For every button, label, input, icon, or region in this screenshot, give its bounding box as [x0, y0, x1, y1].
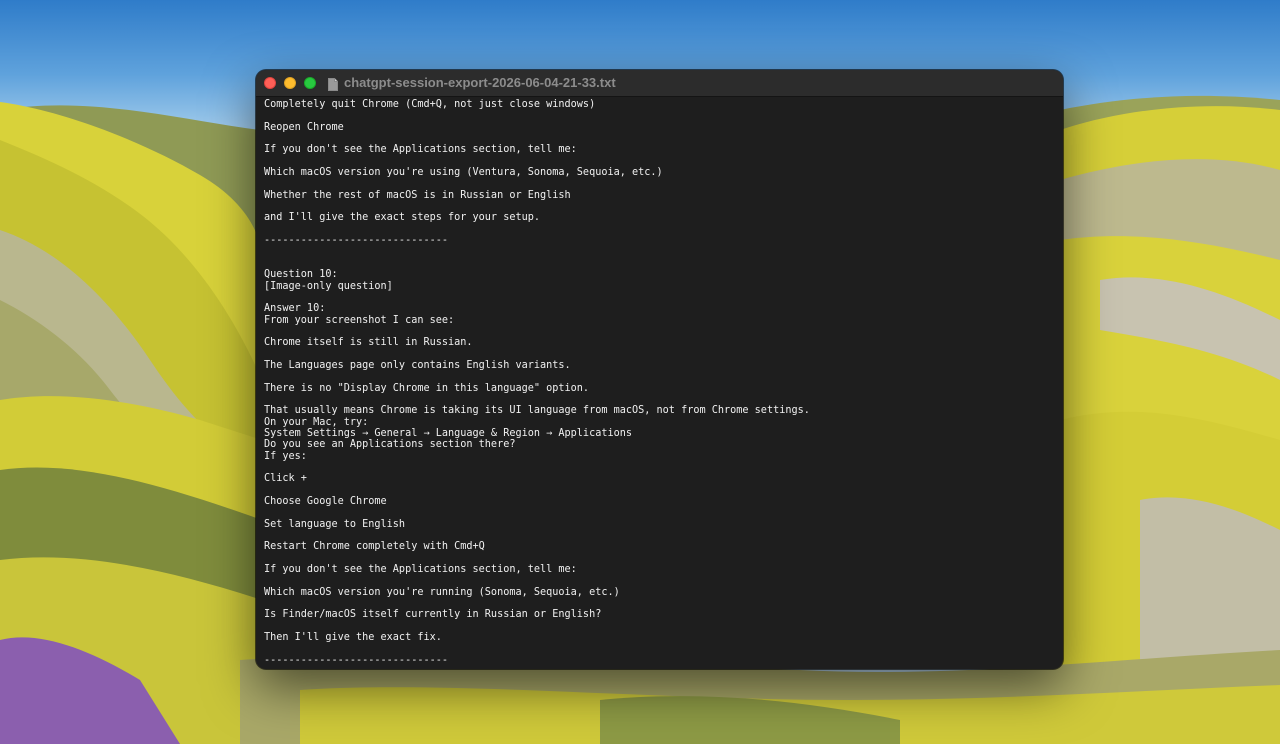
text-line: [Image-only question]	[264, 280, 393, 292]
text-line	[264, 258, 1055, 269]
text-line	[264, 485, 1055, 496]
text-line: Question 10:	[264, 269, 338, 281]
text-line: ------------------------------	[264, 654, 449, 666]
text-line: Set language to English	[264, 518, 406, 530]
text-line	[264, 621, 1055, 632]
text-line	[264, 349, 1055, 360]
text-line	[264, 201, 1055, 212]
text-line	[264, 462, 1055, 473]
text-line	[264, 133, 1055, 144]
text-line: Choose Google Chrome	[264, 496, 387, 508]
text-viewer-window: chatgpt-session-export-2026-06-04-21-33.…	[256, 70, 1063, 669]
text-line: Is Finder/macOS itself currently in Russ…	[264, 609, 602, 621]
text-line: Whether the rest of macOS is in Russian …	[264, 189, 571, 201]
text-line	[264, 110, 1055, 121]
text-line: and I'll give the exact steps for your s…	[264, 212, 541, 224]
window-title-group: chatgpt-session-export-2026-06-04-21-33.…	[328, 75, 616, 91]
text-line	[264, 644, 1055, 655]
text-line: Click +	[264, 473, 307, 485]
text-line: If you don't see the Applications sectio…	[264, 144, 577, 156]
text-line: The Languages page only contains English…	[264, 359, 571, 371]
text-line: Do you see an Applications section there…	[264, 439, 516, 451]
close-window-button[interactable]	[264, 77, 276, 89]
text-line: Chrome itself is still in Russian.	[264, 337, 473, 349]
text-line: ------------------------------	[264, 235, 449, 247]
text-line	[264, 178, 1055, 189]
text-line: On your Mac, try:	[264, 416, 369, 428]
text-line: Answer 10:	[264, 303, 326, 315]
text-line: Restart Chrome completely with Cmd+Q	[264, 541, 485, 553]
text-line: Which macOS version you're running (Sono…	[264, 586, 620, 598]
text-line: That usually means Chrome is taking its …	[264, 405, 810, 417]
minimize-window-button[interactable]	[284, 77, 296, 89]
text-line	[264, 598, 1055, 609]
text-line: System Settings → General → Language & R…	[264, 427, 633, 439]
text-line	[264, 326, 1055, 337]
text-line	[264, 371, 1055, 382]
text-line	[264, 224, 1055, 235]
text-line	[264, 553, 1055, 564]
window-title: chatgpt-session-export-2026-06-04-21-33.…	[344, 75, 616, 90]
text-line: Reopen Chrome	[264, 121, 344, 133]
text-line	[264, 156, 1055, 167]
text-line	[264, 530, 1055, 541]
maximize-window-button[interactable]	[304, 77, 316, 89]
window-titlebar[interactable]: chatgpt-session-export-2026-06-04-21-33.…	[256, 70, 1063, 97]
text-line: Which macOS version you're using (Ventur…	[264, 167, 663, 179]
text-line	[264, 575, 1055, 586]
document-icon	[328, 76, 338, 91]
text-line: Completely quit Chrome (Cmd+Q, not just …	[264, 99, 596, 110]
text-line: There is no "Display Chrome in this lang…	[264, 382, 590, 394]
text-line: Then I'll give the exact fix.	[264, 632, 442, 644]
text-line: If you don't see the Applications sectio…	[264, 564, 577, 576]
document-text-area[interactable]: Completely quit Chrome (Cmd+Q, not just …	[264, 99, 1055, 669]
window-controls	[264, 77, 316, 89]
text-line	[264, 507, 1055, 518]
text-line	[264, 246, 1055, 257]
text-line: If yes:	[264, 450, 307, 462]
text-line	[264, 394, 1055, 405]
text-line: From your screenshot I can see:	[264, 314, 455, 326]
text-line	[264, 292, 1055, 303]
